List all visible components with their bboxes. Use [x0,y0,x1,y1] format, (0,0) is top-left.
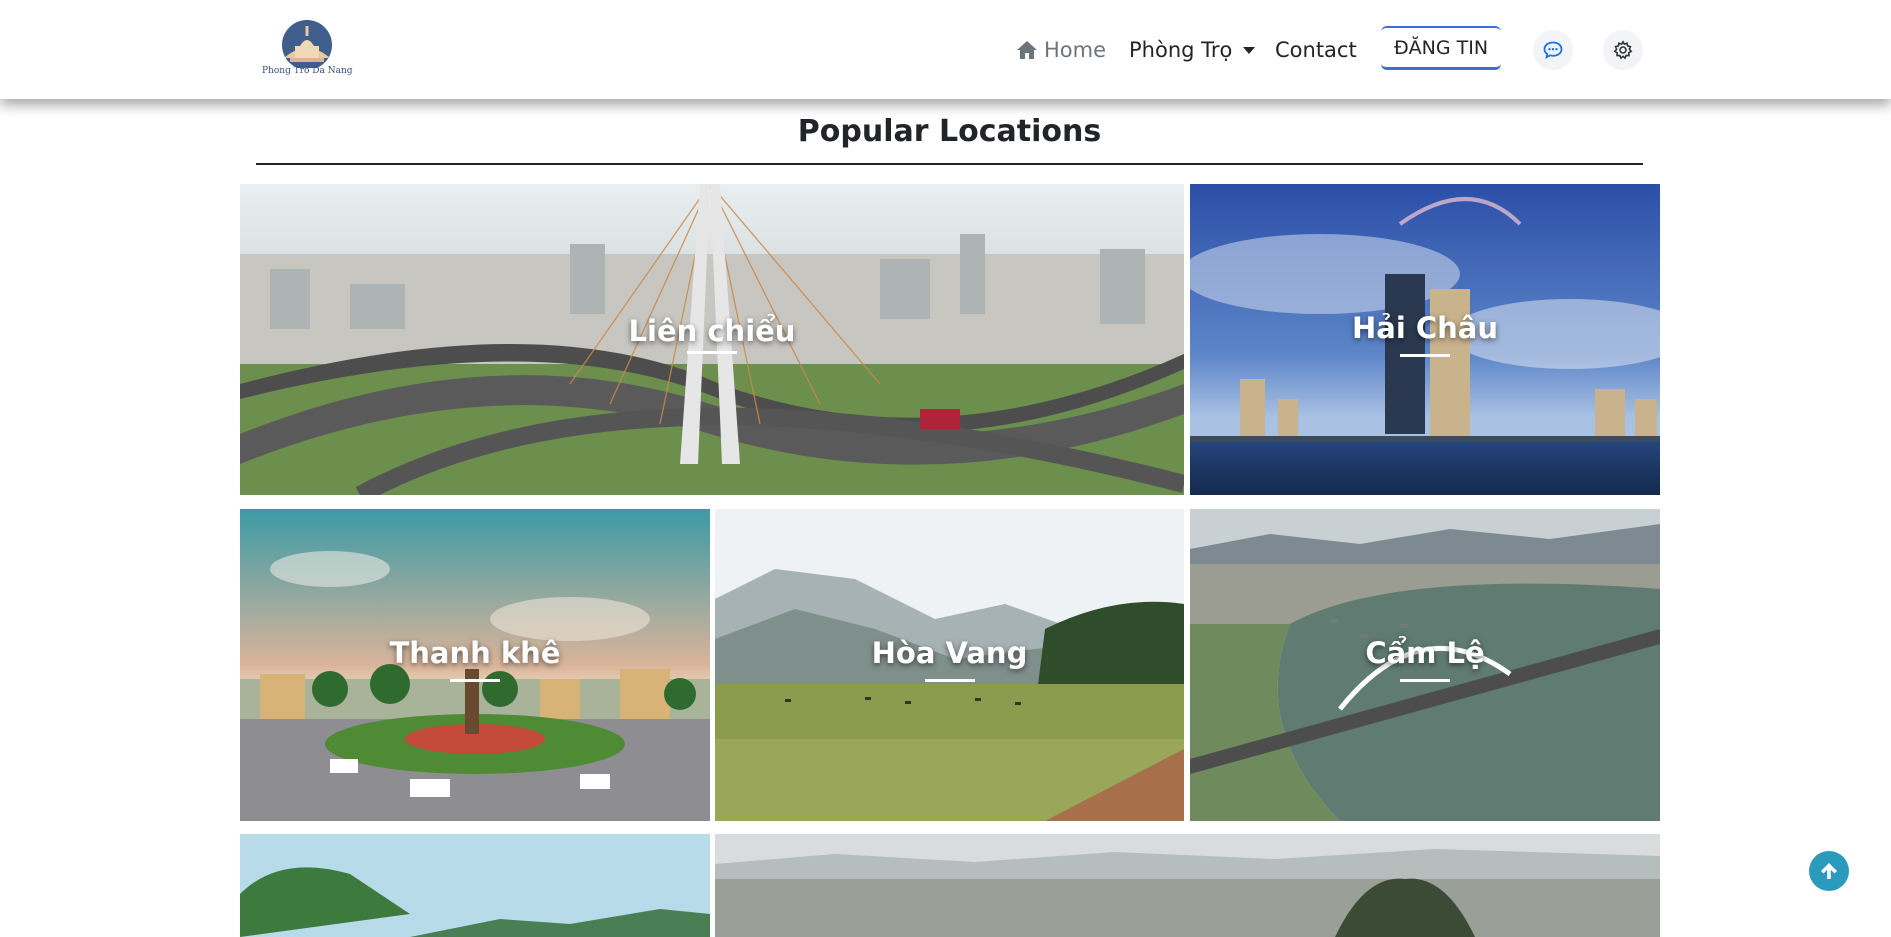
caret-down-icon [1243,46,1256,54]
nav-contact-label: Contact [1275,37,1357,62]
settings-button[interactable] [1603,30,1643,70]
location-image [240,834,710,937]
chat-button[interactable] [1533,30,1573,70]
section-divider [256,163,1643,165]
location-underline [450,679,500,682]
location-tile-lien-chieu[interactable]: Liên chiểu [240,184,1184,495]
gear-icon [1613,40,1633,60]
nav-contact-link[interactable]: Contact [1275,0,1357,99]
nav-phong-tro-label: Phòng Trọ [1129,37,1233,62]
location-tile-cam-le[interactable]: Cẩm Lệ [1190,509,1660,821]
location-name: Hải Châu [1351,311,1499,345]
post-listing-button[interactable]: ĐĂNG TIN [1381,26,1501,70]
arrow-up-icon [1821,863,1837,879]
location-name: Hòa Vang [871,636,1028,670]
navbar: Phong Tro Da Nang Home Phòng Trọ Contact… [0,0,1891,99]
location-underline [924,679,975,682]
nav-phong-tro-dropdown[interactable]: Phòng Trọ [1129,0,1256,99]
location-name: Liên chiểu [628,314,796,348]
logo-text: Phong Tro Da Nang [262,66,353,76]
scroll-to-top-button[interactable] [1809,851,1849,891]
location-tile-thanh-khe[interactable]: Thanh khê [240,509,710,821]
home-icon [1017,40,1037,59]
location-image [715,834,1660,937]
post-listing-label: ĐĂNG TIN [1393,36,1489,59]
location-name: Cẩm Lệ [1365,636,1485,670]
location-tile-hai-chau[interactable]: Hải Châu [1190,184,1660,495]
nav-home-link[interactable]: Home [1016,0,1106,99]
location-underline [687,351,737,354]
logo-emblem-icon [282,20,332,70]
location-name: Thanh khê [389,636,561,670]
section-title: Popular Locations [797,114,1102,149]
location-underline [1400,354,1450,357]
logo[interactable]: Phong Tro Da Nang [262,18,353,82]
nav-home-label: Home [1044,37,1107,62]
chat-icon [1543,41,1563,59]
location-tile-7[interactable] [715,834,1660,937]
location-tile-6[interactable] [240,834,710,937]
location-underline [1400,679,1450,682]
location-tile-hoa-vang[interactable]: Hòa Vang [715,509,1184,821]
